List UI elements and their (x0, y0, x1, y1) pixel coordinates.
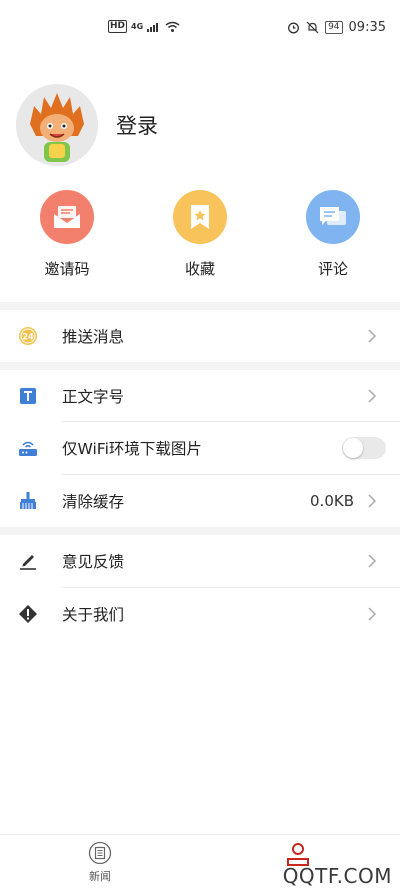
section-separator (0, 302, 400, 310)
status-right: 94 09:35 (287, 20, 386, 35)
section-separator (0, 527, 400, 535)
clear-cache-label: 清除缓存 (62, 493, 125, 511)
info-diamond-icon (18, 604, 38, 624)
envelope-icon (54, 206, 80, 228)
comments-circle (306, 190, 360, 244)
watermark: QQTF.COM (282, 864, 392, 888)
feedback-label: 意见反馈 (62, 553, 125, 571)
network-type: 4G (131, 22, 144, 31)
avatar[interactable] (16, 84, 98, 166)
menu-row-feedback[interactable]: 意见反馈 (0, 535, 400, 587)
broom-icon (18, 491, 38, 511)
push-label: 推送消息 (62, 328, 125, 346)
chevron-right-icon (368, 494, 377, 508)
cache-size-value: 0.0KB (310, 492, 354, 510)
signal-icon (147, 23, 159, 32)
wifi-icon (165, 21, 180, 32)
login-label[interactable]: 登录 (116, 110, 158, 140)
comments-action[interactable]: 评论 (288, 190, 378, 279)
push-badge-number: 24 (22, 333, 34, 343)
status-bar: HD 4G 94 09:35 (0, 0, 400, 40)
favorites-circle (173, 190, 227, 244)
push-24-icon: 24 (18, 326, 38, 346)
favorites-label: 收藏 (184, 260, 215, 278)
section-separator (0, 362, 400, 370)
mute-bell-icon (306, 21, 319, 34)
hd-badge: HD (108, 20, 128, 33)
battery-indicator: 94 (325, 21, 343, 34)
invite-code-action[interactable]: 邀请码 (22, 190, 112, 279)
bookmark-icon (191, 205, 209, 229)
text-size-icon (18, 386, 38, 406)
menu-row-about[interactable]: 关于我们 (0, 588, 400, 640)
router-icon (18, 438, 38, 458)
alarm-icon (288, 22, 300, 34)
mascot-avatar-icon (16, 84, 98, 166)
chevron-right-icon (368, 554, 377, 568)
profile-header[interactable]: 登录 (16, 84, 158, 166)
favorites-action[interactable]: 收藏 (155, 190, 245, 279)
invite-code-label: 邀请码 (44, 260, 90, 278)
menu-row-push[interactable]: 24 推送消息 (0, 310, 400, 362)
tab-news[interactable]: 新闻 (70, 841, 130, 884)
wifi-images-toggle[interactable] (342, 437, 386, 459)
clock: 09:35 (348, 20, 386, 35)
menu-row-font-size[interactable]: 正文字号 (0, 370, 400, 422)
chevron-right-icon (368, 329, 377, 343)
tab-news-label: 新闻 (89, 870, 111, 883)
wifi-images-label: 仅WiFi环境下载图片 (62, 440, 202, 458)
comments-label: 评论 (317, 260, 348, 278)
invite-code-circle (40, 190, 94, 244)
about-label: 关于我们 (62, 606, 125, 624)
quick-actions: 邀请码 收藏 评论 (0, 190, 400, 280)
newspaper-icon (88, 841, 112, 865)
pencil-icon (18, 551, 38, 571)
menu-row-wifi-images: 仅WiFi环境下载图片 (0, 422, 400, 474)
font-size-label: 正文字号 (62, 388, 125, 406)
menu-row-clear-cache[interactable]: 清除缓存 0.0KB (0, 475, 400, 527)
toggle-knob (343, 438, 363, 458)
status-left: HD 4G (108, 20, 180, 33)
comment-icon (320, 207, 346, 225)
chevron-right-icon (368, 607, 377, 621)
chevron-right-icon (368, 389, 377, 403)
